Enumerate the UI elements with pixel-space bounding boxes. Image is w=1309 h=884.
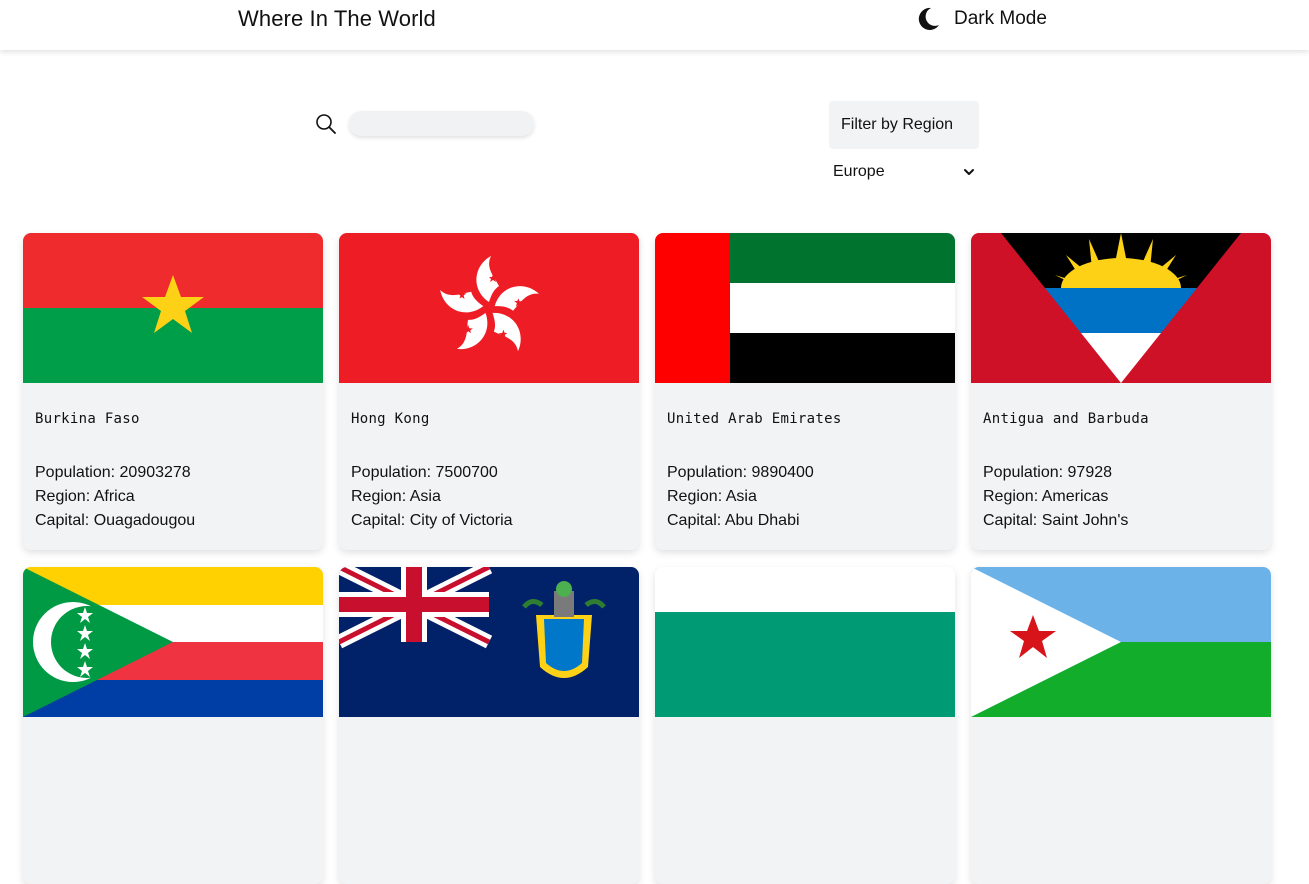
country-card[interactable] — [655, 567, 955, 884]
country-flag — [339, 233, 639, 383]
country-flag — [23, 233, 323, 383]
region-line: Region: Americas — [983, 485, 1259, 509]
app-title: Where In The World — [238, 6, 436, 31]
country-name: Burkina Faso — [35, 411, 140, 427]
population-value: 97928 — [1067, 464, 1113, 481]
country-name — [35, 745, 311, 795]
capital-label: Capital: — [667, 512, 725, 529]
region-select[interactable]: Europe — [829, 158, 979, 186]
capital-label: Capital: — [351, 512, 410, 529]
capital-value: Ouagadougou — [93, 512, 196, 529]
region-value: Asia — [409, 488, 441, 505]
country-card[interactable]: Burkina Faso Population: 20903278 Region… — [23, 233, 323, 550]
region-label: Region: — [351, 488, 410, 505]
capital-line: Capital: Abu Dhabi — [667, 509, 943, 533]
population-line: Population: 9890400 — [667, 461, 943, 485]
capital-line: Capital: City of Victoria — [351, 509, 627, 533]
capital-value: Abu Dhabi — [724, 512, 800, 529]
country-card[interactable]: Hong Kong Population: 7500700 Region: As… — [339, 233, 639, 550]
capital-label: Capital: — [983, 512, 1042, 529]
region-label: Region: — [983, 488, 1042, 505]
population-line: Population: 97928 — [983, 461, 1259, 485]
country-card[interactable]: Antigua and Barbuda Population: 97928 Re… — [971, 233, 1271, 550]
population-line: Population: 20903278 — [35, 461, 311, 485]
country-card[interactable]: United Arab Emirates Population: 9890400… — [655, 233, 955, 550]
country-card[interactable] — [971, 567, 1271, 884]
search-input[interactable] — [349, 111, 534, 136]
country-flag — [971, 233, 1271, 383]
country-flag — [655, 233, 955, 383]
region-value: Americas — [1041, 488, 1109, 505]
population-value: 20903278 — [119, 464, 191, 481]
country-name: United Arab Emirates — [667, 411, 842, 427]
population-label: Population: — [35, 464, 120, 481]
country-name — [667, 745, 943, 795]
country-flag — [339, 567, 639, 717]
capital-line: Capital: Ouagadougou — [35, 509, 311, 533]
population-label: Population: — [667, 464, 752, 481]
population-value: 7500700 — [435, 464, 498, 481]
population-label: Population: — [983, 464, 1068, 481]
country-flag — [971, 567, 1271, 717]
moon-icon — [918, 7, 939, 30]
dark-mode-toggle[interactable]: Dark Mode — [914, 4, 1047, 34]
capital-value: City of Victoria — [409, 512, 513, 529]
region-label: Region: — [35, 488, 94, 505]
capital-value: Saint John's — [1041, 512, 1129, 529]
region-line: Region: Asia — [351, 485, 627, 509]
region-value: Asia — [725, 488, 757, 505]
country-name — [351, 745, 627, 795]
country-name: Hong Kong — [351, 411, 430, 427]
capital-line: Capital: Saint John's — [983, 509, 1259, 533]
country-name: Antigua and Barbuda — [983, 411, 1149, 427]
dark-mode-label: Dark Mode — [954, 8, 1047, 29]
region-line: Region: Africa — [35, 485, 311, 509]
filter-by-region-label: Filter by Region — [829, 101, 979, 149]
country-flag — [23, 567, 323, 717]
region-value: Africa — [93, 488, 135, 505]
chevron-down-icon — [964, 169, 974, 175]
region-select-value: Europe — [833, 163, 885, 180]
app-header: Where In The World Dark Mode — [0, 0, 1309, 50]
population-label: Population: — [351, 464, 436, 481]
country-flag — [655, 567, 955, 717]
region-line: Region: Asia — [667, 485, 943, 509]
population-value: 9890400 — [751, 464, 814, 481]
population-line: Population: 7500700 — [351, 461, 627, 485]
capital-label: Capital: — [35, 512, 94, 529]
region-label: Region: — [667, 488, 726, 505]
search-icon[interactable] — [315, 113, 337, 135]
country-name — [983, 745, 1259, 795]
country-card[interactable] — [339, 567, 639, 884]
country-card[interactable] — [23, 567, 323, 884]
